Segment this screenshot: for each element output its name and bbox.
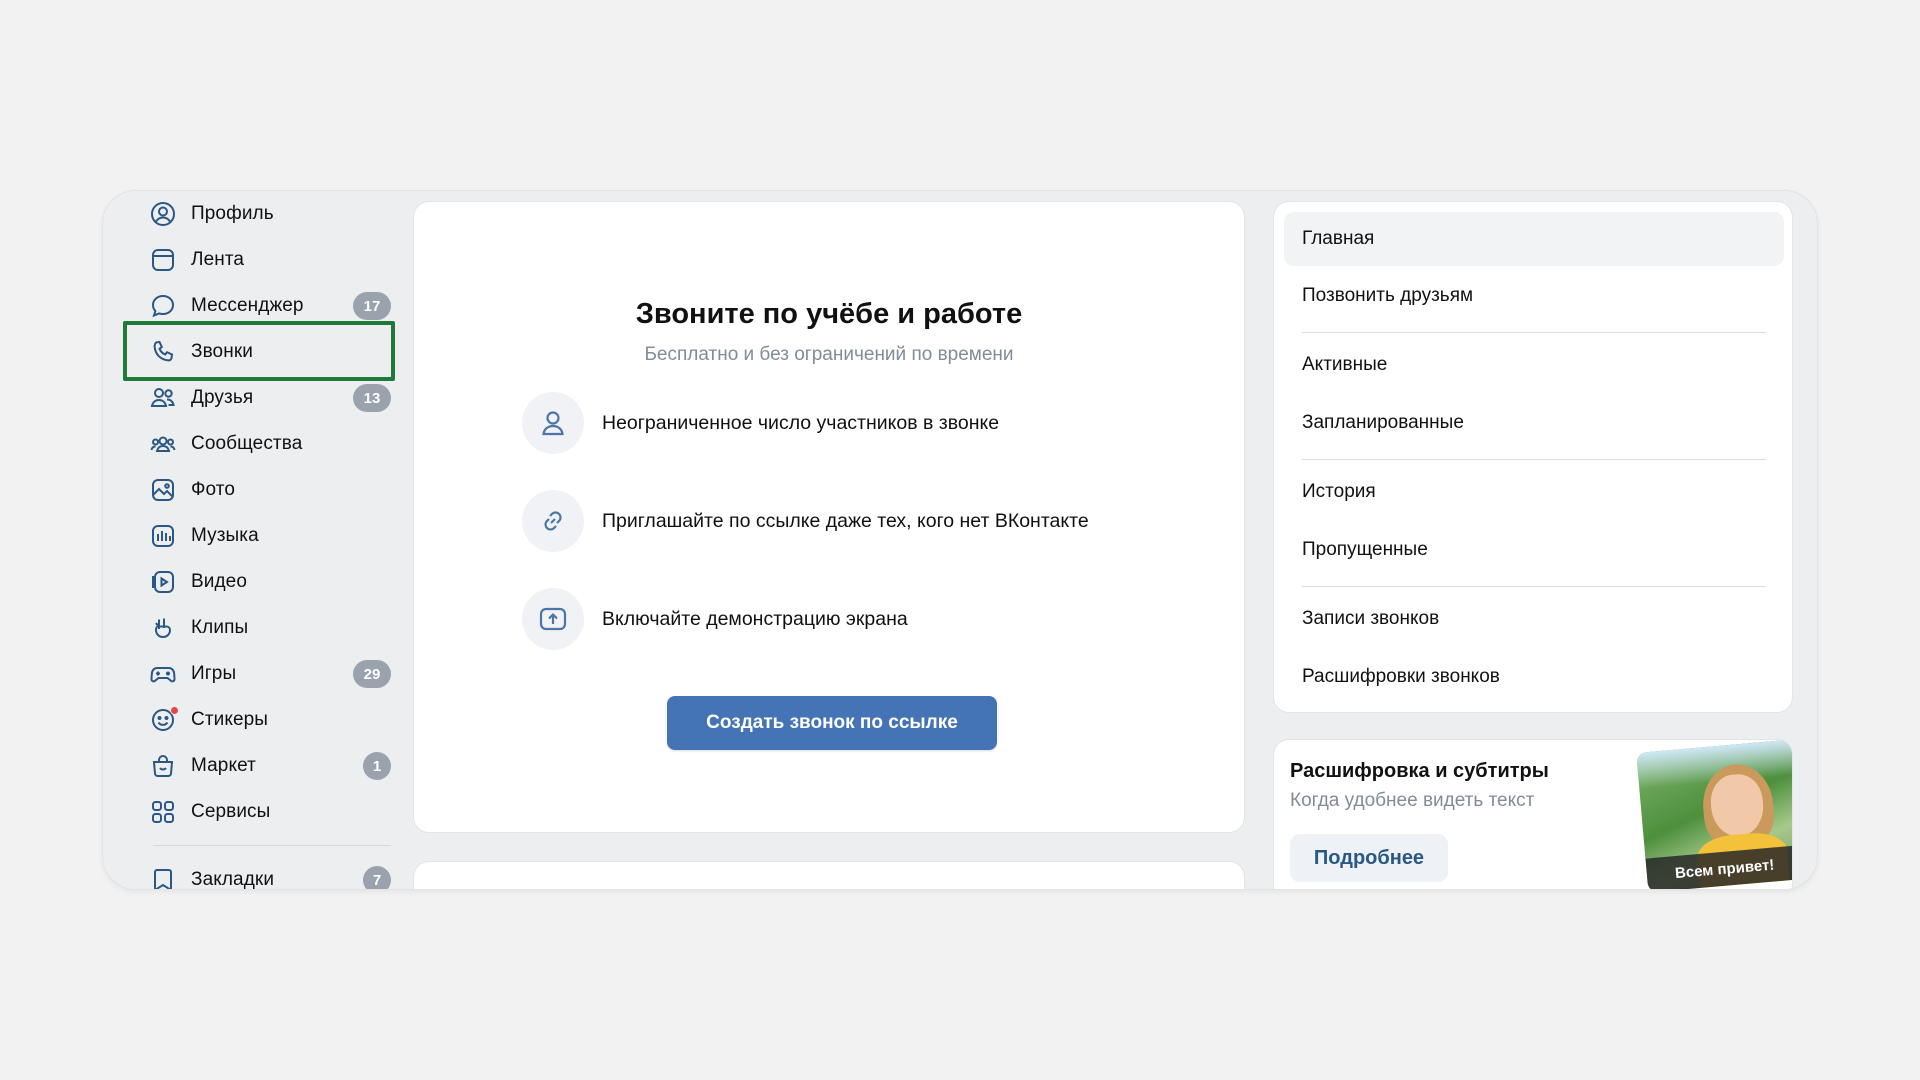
link-icon: [522, 490, 584, 552]
messenger-icon: [149, 292, 177, 320]
promo-title: Расшифровка и субтитры: [1290, 760, 1549, 782]
games-icon: [149, 660, 177, 688]
feature-item: Приглашайте по ссылке даже тех, кого нет…: [522, 490, 1089, 552]
feature-item: Неограниченное число участников в звонке: [522, 392, 999, 454]
secondary-card: [413, 861, 1245, 889]
calls-menu: Главная Позвонить друзьям Активные Запла…: [1273, 201, 1793, 713]
bookmarks-icon: [149, 866, 177, 889]
sidebar-item-label: Мессенджер: [191, 295, 304, 316]
sidebar-item-calls[interactable]: Звонки: [141, 329, 391, 375]
menu-item-recordings[interactable]: Записи звонков: [1284, 592, 1784, 646]
promo-subtitle: Когда удобнее видеть текст: [1290, 790, 1535, 811]
screen-share-icon: [522, 588, 584, 650]
sidebar-item-communities[interactable]: Сообщества: [141, 421, 391, 467]
sidebar-item-clips[interactable]: Клипы: [141, 605, 391, 651]
sidebar-item-label: Звонки: [191, 341, 253, 362]
sidebar-item-label: Стикеры: [191, 709, 269, 730]
phone-icon: [149, 338, 177, 366]
sidebar-divider: [153, 845, 391, 846]
photo-icon: [149, 476, 177, 504]
promo-image: Всем привет!: [1636, 740, 1792, 889]
sidebar-item-label: Музыка: [191, 525, 259, 546]
services-icon: [149, 798, 177, 826]
bookmarks-count-badge: 7: [363, 866, 391, 889]
feature-text: Включайте демонстрацию экрана: [602, 607, 908, 630]
friends-icon: [149, 384, 177, 412]
sidebar-item-label: Фото: [191, 479, 236, 500]
sidebar-item-label: Закладки: [191, 869, 275, 889]
page-title: Звоните по учёбе и работе: [635, 298, 1023, 330]
friends-count-badge: 13: [353, 384, 391, 412]
feature-text: Приглашайте по ссылке даже тех, кого нет…: [602, 509, 1089, 532]
feature-item: Включайте демонстрацию экрана: [522, 588, 908, 650]
sidebar-item-photo[interactable]: Фото: [141, 467, 391, 513]
market-icon: [149, 752, 177, 780]
unread-count-badge: 17: [353, 292, 391, 320]
sidebar-item-messenger[interactable]: Мессенджер 17: [141, 283, 391, 329]
app-window: Профиль Лента Мессенджер 17 Звонки Друзь…: [102, 190, 1818, 890]
sidebar-item-label: Профиль: [191, 203, 274, 224]
sidebar-item-games[interactable]: Игры 29: [141, 651, 391, 697]
create-call-link-button[interactable]: Создать звонок по ссылке: [667, 696, 997, 750]
games-count-badge: 29: [353, 660, 391, 688]
menu-item-home[interactable]: Главная: [1284, 212, 1784, 266]
sidebar-item-label: Маркет: [191, 755, 256, 776]
menu-item-transcripts[interactable]: Расшифровки звонков: [1284, 650, 1784, 704]
sidebar-item-video[interactable]: Видео: [141, 559, 391, 605]
menu-item-call-friends[interactable]: Позвонить друзьям: [1284, 269, 1784, 323]
sidebar-item-label: Сервисы: [191, 801, 271, 822]
sidebar-item-services[interactable]: Сервисы: [141, 789, 391, 835]
sidebar-item-label: Игры: [191, 663, 237, 684]
video-icon: [149, 568, 177, 596]
calls-promo-card: Звоните по учёбе и работе Бесплатно и бе…: [413, 201, 1245, 833]
sidebar-item-bookmarks[interactable]: Закладки 7: [141, 857, 391, 889]
menu-item-history[interactable]: История: [1284, 465, 1784, 519]
person-icon: [522, 392, 584, 454]
left-sidebar: Профиль Лента Мессенджер 17 Звонки Друзь…: [141, 191, 391, 889]
market-count-badge: 1: [363, 752, 391, 780]
menu-item-missed[interactable]: Пропущенные: [1284, 523, 1784, 577]
menu-item-scheduled[interactable]: Запланированные: [1284, 396, 1784, 450]
menu-item-active[interactable]: Активные: [1284, 338, 1784, 392]
sidebar-item-label: Сообщества: [191, 433, 303, 454]
new-indicator-dot: [170, 706, 179, 715]
sidebar-item-label: Друзья: [191, 387, 254, 408]
sidebar-item-friends[interactable]: Друзья 13: [141, 375, 391, 421]
communities-icon: [149, 430, 177, 458]
sidebar-item-label: Видео: [191, 571, 248, 592]
music-icon: [149, 522, 177, 550]
page-subtitle: Бесплатно и без ограничений по времени: [644, 344, 1014, 365]
menu-divider: [1302, 332, 1766, 333]
transcription-promo-card: Расшифровка и субтитры Когда удобнее вид…: [1273, 739, 1793, 889]
sidebar-item-stickers[interactable]: Стикеры: [141, 697, 391, 743]
clips-icon: [149, 614, 177, 642]
feed-icon: [149, 246, 177, 274]
menu-divider: [1302, 459, 1766, 460]
learn-more-button[interactable]: Подробнее: [1290, 834, 1448, 882]
image-caption: Всем привет!: [1645, 845, 1792, 889]
sidebar-item-label: Клипы: [191, 617, 249, 638]
app-content: Профиль Лента Мессенджер 17 Звонки Друзь…: [117, 191, 1803, 889]
sidebar-item-profile[interactable]: Профиль: [141, 191, 391, 237]
menu-divider: [1302, 586, 1766, 587]
sidebar-item-feed[interactable]: Лента: [141, 237, 391, 283]
feature-text: Неограниченное число участников в звонке: [602, 411, 1000, 434]
sidebar-item-label: Лента: [191, 249, 245, 270]
sidebar-item-music[interactable]: Музыка: [141, 513, 391, 559]
profile-icon: [149, 200, 177, 228]
sidebar-item-market[interactable]: Маркет 1: [141, 743, 391, 789]
stickers-icon: [149, 706, 179, 734]
